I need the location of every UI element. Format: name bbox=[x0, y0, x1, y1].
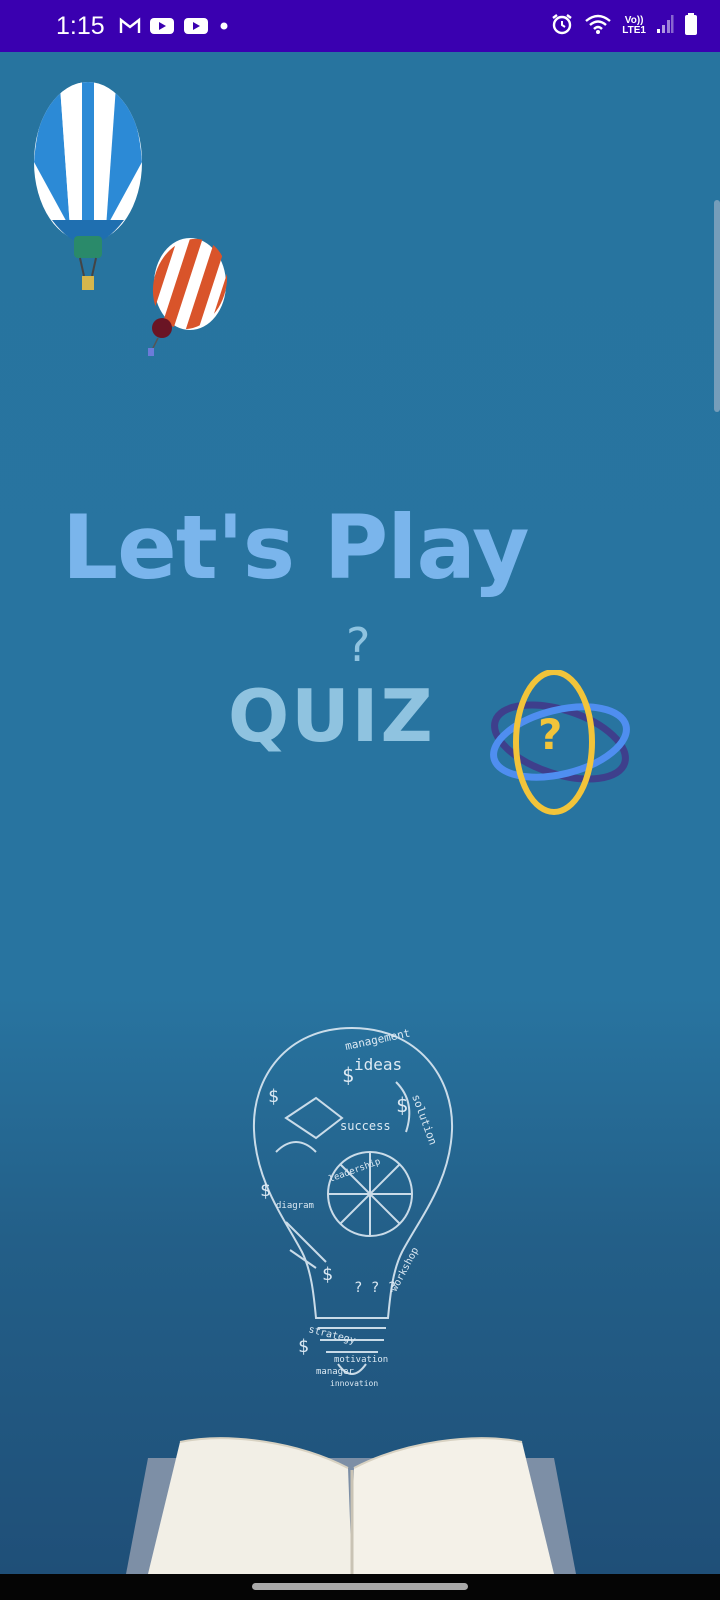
splash-screen: Let's Play ? QUIZ ? management ideas suc… bbox=[0, 52, 720, 1574]
volte-lte-icon: Vo)) LTE1 bbox=[622, 16, 646, 36]
bulb-word: diagram bbox=[276, 1201, 314, 1211]
bulb-word: manager bbox=[316, 1367, 355, 1377]
logo-question-mark: ? bbox=[538, 710, 563, 759]
bulb-word: solution bbox=[409, 1093, 439, 1147]
idea-bulb-illustration: management ideas success solution leader… bbox=[252, 1026, 454, 1388]
bulb-word: motivation bbox=[334, 1355, 388, 1365]
quiz-subtitle: QUIZ bbox=[228, 674, 435, 758]
quiz-logo: ? bbox=[486, 669, 636, 834]
bulb-word: innovation bbox=[330, 1379, 378, 1388]
dollar-sign-icon: $ bbox=[322, 1264, 333, 1285]
navigation-bar bbox=[0, 1574, 720, 1600]
dollar-sign-icon: $ bbox=[396, 1093, 408, 1117]
youtube-icon bbox=[183, 17, 209, 35]
quiz-question-mark: ? bbox=[346, 618, 371, 672]
wifi-icon bbox=[584, 13, 612, 39]
battery-icon bbox=[684, 12, 698, 40]
dollar-sign-icon: $ bbox=[342, 1063, 354, 1087]
question-doodle-icon: ? ? ? bbox=[354, 1280, 396, 1296]
dollar-sign-icon: $ bbox=[298, 1336, 309, 1357]
status-time: 1:15 bbox=[56, 11, 105, 40]
signal-icon bbox=[656, 14, 674, 38]
dollar-sign-icon: $ bbox=[268, 1086, 279, 1107]
bulb-word: success bbox=[340, 1119, 391, 1133]
gesture-handle[interactable] bbox=[252, 1583, 468, 1590]
youtube-icon bbox=[149, 17, 175, 35]
open-book-icon bbox=[126, 1437, 576, 1574]
notification-dot-icon bbox=[217, 19, 231, 33]
orange-balloon-icon bbox=[148, 238, 228, 356]
app-title: Let's Play bbox=[62, 496, 529, 599]
blue-balloon-icon bbox=[34, 82, 142, 290]
status-bar: 1:15 Vo)) LTE1 bbox=[0, 0, 720, 52]
gmail-icon bbox=[119, 17, 141, 35]
alarm-icon bbox=[550, 12, 574, 40]
lte-label: LTE1 bbox=[622, 25, 646, 36]
dollar-sign-icon: $ bbox=[260, 1180, 271, 1201]
bulb-word: ideas bbox=[354, 1055, 402, 1074]
status-right-icons: Vo)) LTE1 bbox=[550, 12, 698, 40]
scrollbar[interactable] bbox=[714, 200, 720, 412]
